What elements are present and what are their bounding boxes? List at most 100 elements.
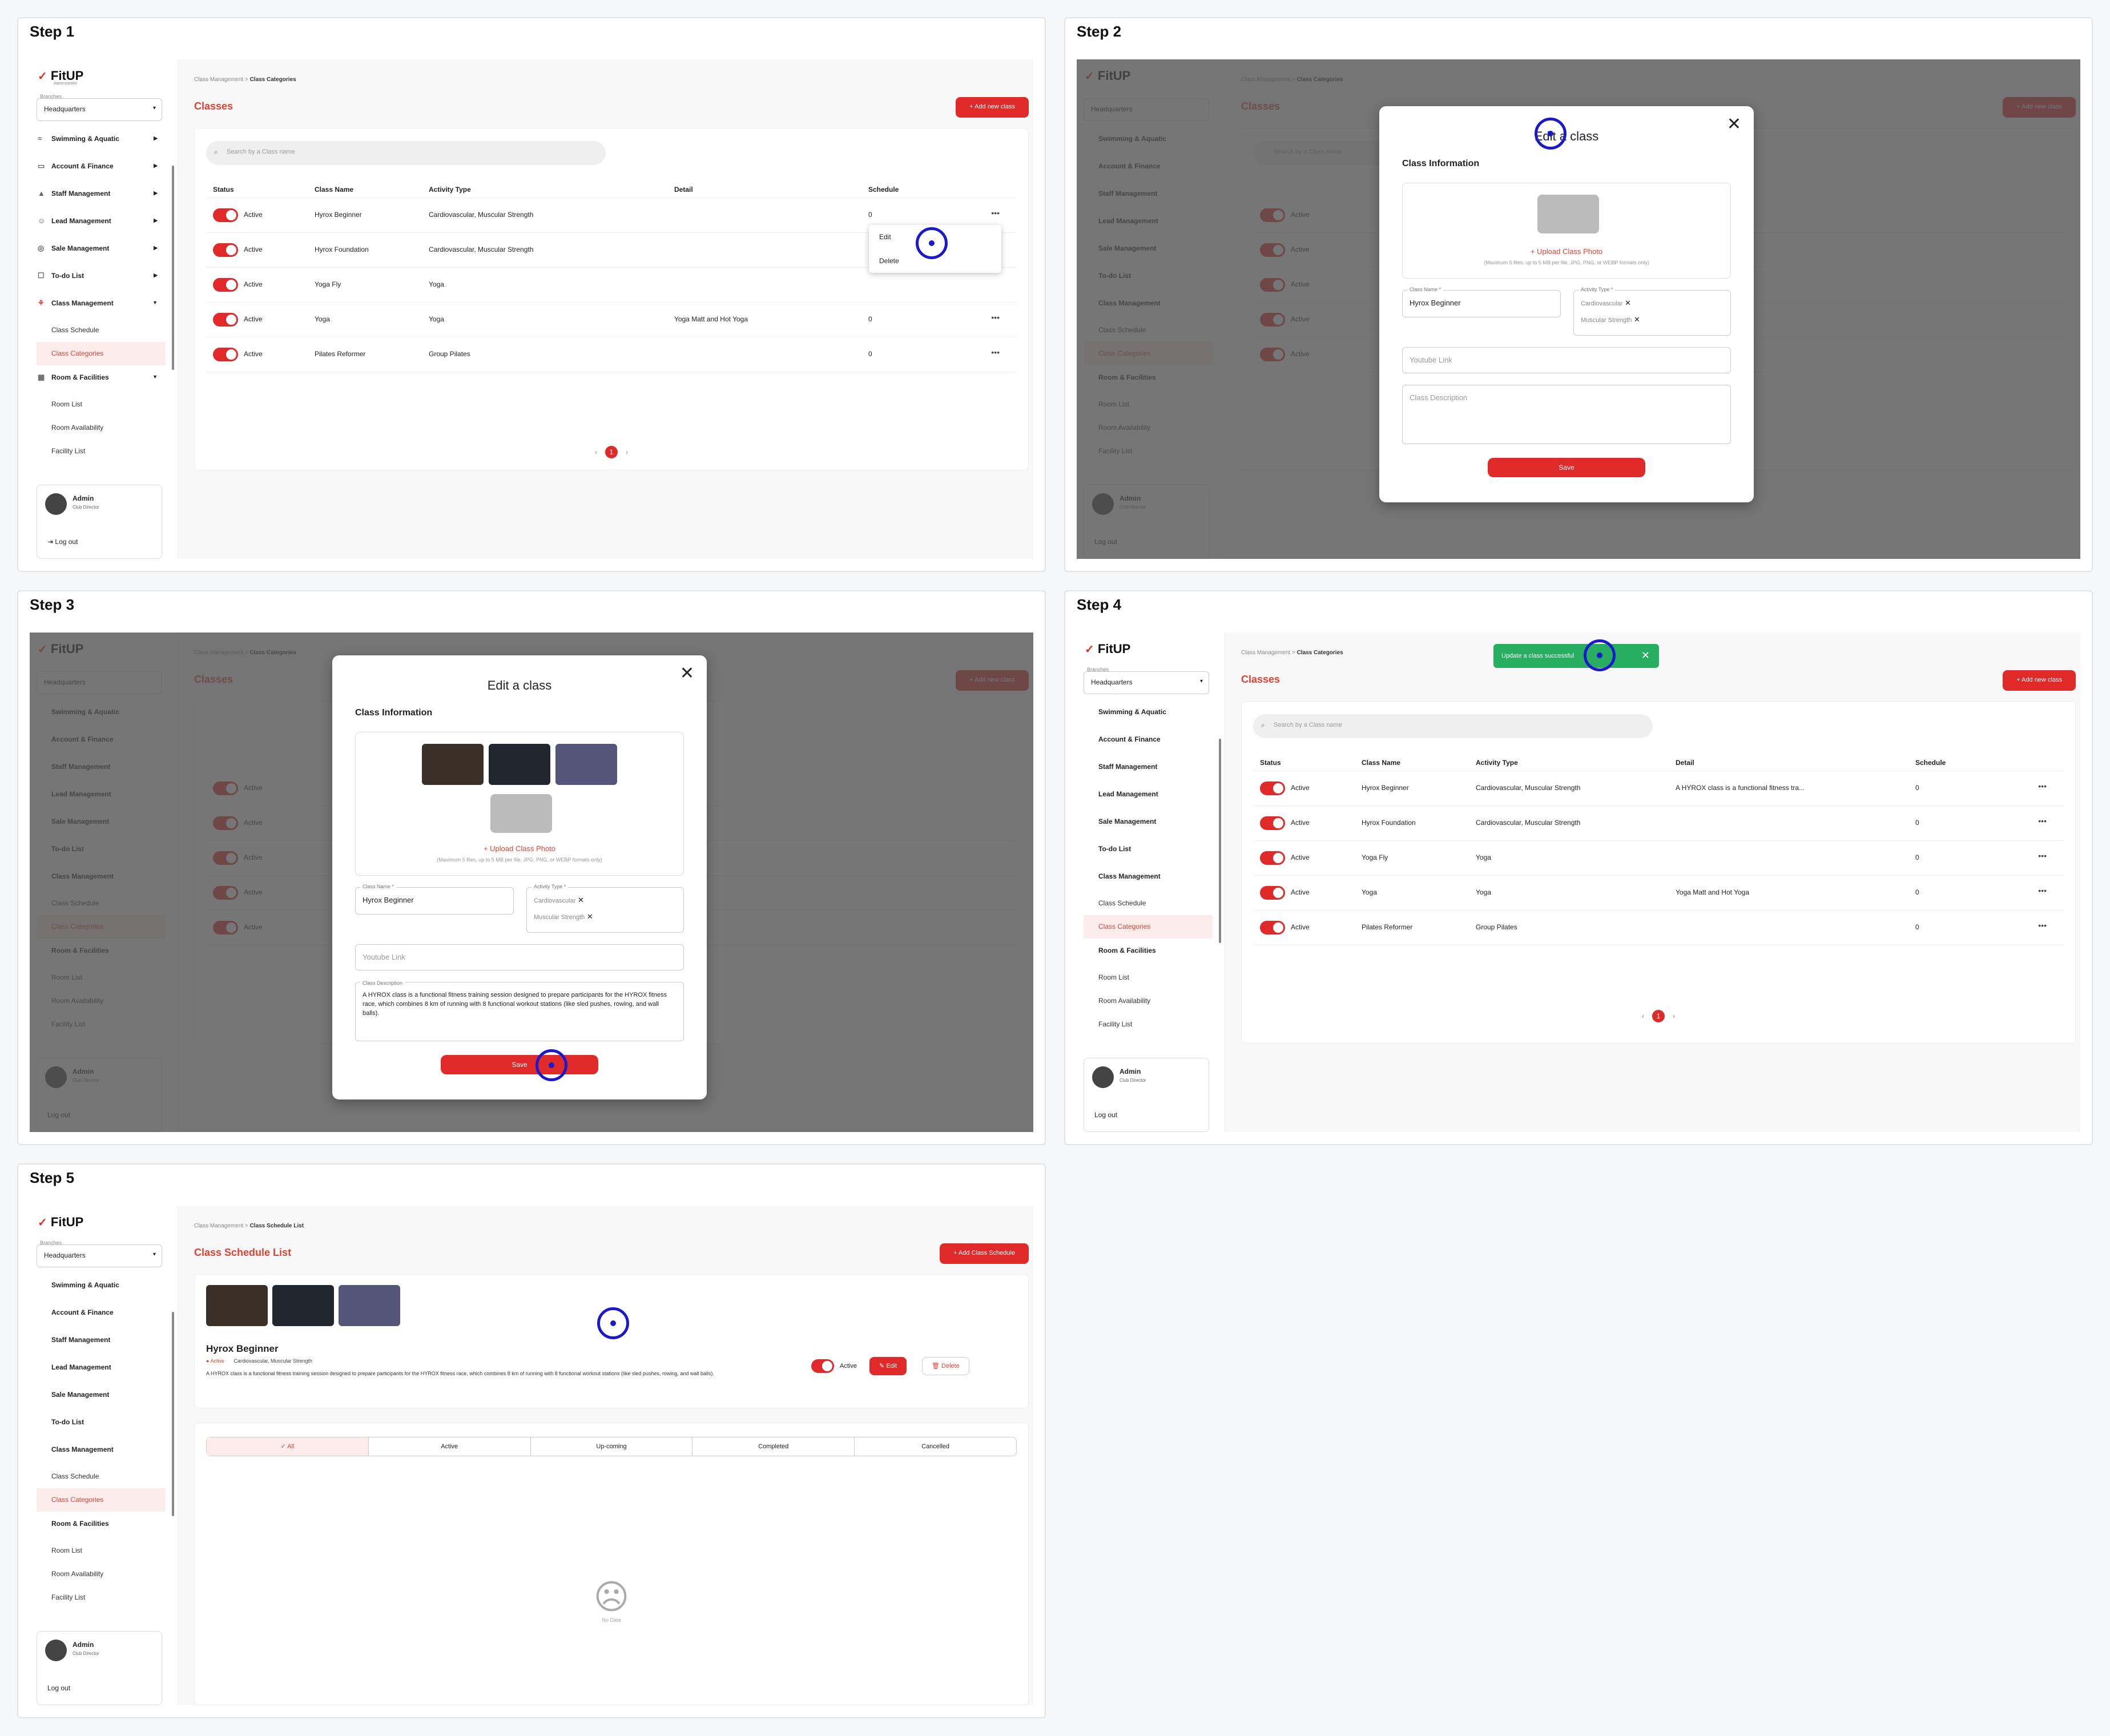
more-icon[interactable]: ••• (991, 208, 1000, 217)
sidebar-item-todo[interactable]: To-do List (30, 1410, 174, 1437)
sidebar-item-sale[interactable]: ◎ Sale Management ▶ (30, 236, 174, 264)
sidebar-item-account[interactable]: Account & Finance (1077, 727, 1221, 755)
table-row[interactable]: Active Yoga Yoga Yoga Matt and Hot Yoga 0 ••• (206, 303, 1017, 337)
close-icon[interactable]: ✕ (1641, 650, 1650, 662)
sidebar-item-lead[interactable]: Lead Management (1077, 782, 1221, 809)
sidebar-item-class-categories[interactable]: Class Categories (37, 342, 166, 365)
sidebar-item-class-management[interactable]: Class Management (30, 1437, 174, 1465)
sidebar-item-class-schedule[interactable]: Class Schedule (30, 319, 174, 342)
sidebar-item-todo[interactable]: To-do List (1077, 837, 1221, 864)
youtube-link-input[interactable]: Youtube Link (1402, 347, 1731, 373)
status-toggle[interactable] (1260, 886, 1285, 900)
tab-active[interactable]: Active (369, 1437, 531, 1456)
sidebar-item-facility-list[interactable]: Facility List (30, 1586, 174, 1609)
more-icon[interactable]: ••• (991, 313, 1000, 322)
sidebar-item-sale[interactable]: Sale Management (30, 1383, 174, 1410)
status-toggle[interactable] (811, 1359, 834, 1373)
tab-cancelled[interactable]: Cancelled (855, 1437, 1016, 1456)
sidebar-item-room-availability[interactable]: Room Availability (1077, 989, 1221, 1013)
status-toggle[interactable] (213, 208, 238, 222)
branch-select[interactable]: Headquarters ▾ (1084, 671, 1209, 694)
sidebar-item-room[interactable]: ▦ Room & Facilities ▼ (30, 365, 174, 393)
sidebar-item-todo[interactable]: ☐ To-do List ▶ (30, 264, 174, 291)
sidebar-item-room-list[interactable]: Room List (30, 1539, 174, 1562)
class-photo-thumb[interactable] (339, 1285, 400, 1326)
class-photo-thumb[interactable] (555, 744, 617, 785)
sidebar-scrollbar[interactable] (172, 166, 174, 370)
sidebar-item-room-list[interactable]: Room List (1077, 966, 1221, 989)
logout-button[interactable]: Log out (1094, 1111, 1117, 1119)
more-icon[interactable]: ••• (2038, 886, 2047, 895)
edit-button[interactable]: ✎ Edit (869, 1357, 907, 1375)
tab-all[interactable]: ✓ All (207, 1437, 369, 1456)
class-photo-thumb[interactable] (422, 744, 484, 785)
sidebar-item-facility-list[interactable]: Facility List (1077, 1013, 1221, 1036)
activity-type-select[interactable]: Activity Type * Cardiovascular ✕ Muscular … (526, 884, 684, 933)
table-row[interactable]: Active Yoga Yoga Yoga Matt and Hot Yoga 0 ••• (1253, 876, 2064, 911)
more-icon[interactable]: ••• (2038, 816, 2047, 825)
sidebar-item-class-management[interactable]: Class Management (1077, 864, 1221, 892)
more-icon[interactable]: ••• (991, 348, 1000, 357)
sidebar-item-class-schedule[interactable]: Class Schedule (1077, 892, 1221, 915)
sidebar-item-lead[interactable]: Lead Management (30, 1355, 174, 1383)
sidebar-item-lead[interactable]: ☺ Lead Management ▶ (30, 209, 174, 236)
status-toggle[interactable] (213, 243, 238, 257)
add-class-schedule-button[interactable]: + Add Class Schedule (940, 1243, 1029, 1264)
sidebar-item-facility-list[interactable]: Facility List (30, 440, 174, 463)
sidebar-item-room[interactable]: Room & Facilities (30, 1512, 174, 1539)
sidebar-item-class-categories[interactable]: Class Categories (1084, 915, 1213, 939)
status-toggle[interactable] (213, 278, 238, 292)
table-row[interactable]: Active Yoga Fly Yoga 0 ••• (1253, 841, 2064, 876)
sidebar-item-staff[interactable]: ▲ Staff Management ▶ (30, 182, 174, 209)
save-button[interactable]: Save (1488, 458, 1645, 477)
tab-completed[interactable]: Completed (692, 1437, 855, 1456)
sidebar-scrollbar[interactable] (172, 1312, 174, 1516)
sidebar-item-swimming[interactable]: ≈ Swimming & Aquatic ▶ (30, 127, 174, 154)
sidebar-item-room-availability[interactable]: Room Availability (30, 1562, 174, 1586)
logout-button[interactable]: ⇥ Log out (47, 538, 78, 546)
class-name-field[interactable]: Class Name * Hyrox Beginner (1402, 287, 1561, 317)
page-button[interactable]: 1 (605, 446, 618, 458)
add-class-button[interactable]: + Add new class (956, 97, 1029, 118)
status-toggle[interactable] (213, 313, 238, 327)
delete-button[interactable]: 🗑 Delete (922, 1357, 969, 1375)
sidebar-item-swimming[interactable]: Swimming & Aquatic (30, 1273, 174, 1300)
upload-photo-link[interactable]: + Upload Class Photo (356, 844, 683, 853)
more-icon[interactable]: ••• (2038, 782, 2047, 791)
activity-type-select[interactable]: Activity Type * Cardiovascular ✕ Muscular … (1573, 287, 1731, 336)
sidebar-item-staff[interactable]: Staff Management (30, 1328, 174, 1355)
class-description-input[interactable]: Class Description A HYROX class is a func… (355, 978, 684, 1041)
prev-page-icon[interactable]: ‹ (595, 448, 597, 456)
sidebar-item-account[interactable]: ▭ Account & Finance ▶ (30, 154, 174, 182)
status-toggle[interactable] (1260, 816, 1285, 830)
youtube-link-input[interactable]: Youtube Link (355, 944, 684, 970)
branch-select[interactable]: Headquarters ▾ (37, 98, 162, 121)
sidebar-item-class-management[interactable]: ⚘ Class Management ▼ (30, 291, 174, 319)
sidebar-scrollbar[interactable] (1219, 739, 1221, 943)
status-toggle[interactable] (1260, 851, 1285, 865)
tab-upcoming[interactable]: Up-coming (531, 1437, 693, 1456)
class-name-field[interactable]: Class Name * Hyrox Beginner (355, 884, 514, 915)
sidebar-item-swimming[interactable]: Swimming & Aquatic (1077, 700, 1221, 727)
status-toggle[interactable] (1260, 921, 1285, 935)
search-input[interactable]: ⌕ Search by a Class name (206, 141, 606, 165)
search-input[interactable]: ⌕ Search by a Class name (1253, 714, 1653, 738)
table-row[interactable]: Active Hyrox Foundation Cardiovascular, Mu… (1253, 806, 2064, 841)
save-button[interactable]: Save (441, 1055, 598, 1074)
photo-upload-area[interactable]: + Upload Class Photo (Maximum 5 files, u… (355, 732, 684, 876)
table-row[interactable]: Active Yoga Fly Yoga (206, 268, 1017, 303)
class-photo-thumb[interactable] (206, 1285, 268, 1326)
logout-button[interactable]: Log out (47, 1684, 70, 1692)
status-toggle[interactable] (1260, 782, 1285, 795)
sidebar-item-class-schedule[interactable]: Class Schedule (30, 1465, 174, 1488)
sidebar-item-room-availability[interactable]: Room Availability (30, 416, 174, 440)
photo-upload-area[interactable]: + Upload Class Photo (Maximum 5 files, u… (1402, 183, 1731, 279)
add-class-button[interactable]: + Add new class (2003, 670, 2076, 691)
sidebar-item-room[interactable]: Room & Facilities (1077, 939, 1221, 966)
page-button[interactable]: 1 (1652, 1010, 1665, 1022)
table-row[interactable]: Active Pilates Reformer Group Pilates 0 ••• (1253, 911, 2064, 945)
upload-photo-link[interactable]: + Upload Class Photo (1403, 247, 1730, 256)
next-page-icon[interactable]: › (1673, 1012, 1675, 1020)
class-photo-thumb[interactable] (489, 744, 550, 785)
sidebar-item-class-categories[interactable]: Class Categories (37, 1488, 166, 1512)
